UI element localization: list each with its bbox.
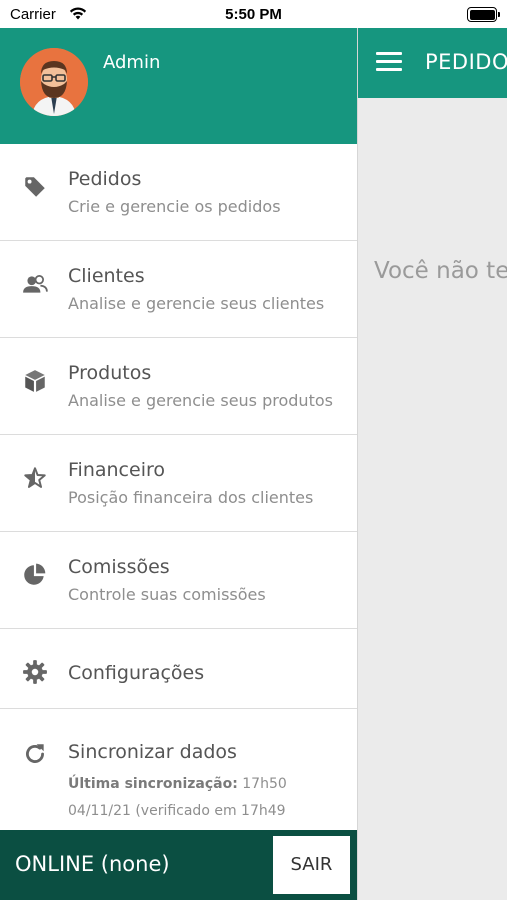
drawer-header: Admin	[0, 28, 357, 144]
logout-button[interactable]: SAIR	[273, 836, 350, 894]
user-name: Admin	[103, 52, 161, 73]
menu-item-title: Configurações	[68, 662, 205, 684]
main-screen: PEDIDO Você não te	[358, 28, 507, 900]
status-bar: Carrier 5:50 PM	[0, 0, 507, 28]
star-icon	[24, 467, 46, 488]
menu-item-pedidos[interactable]: Pedidos Crie e gerencie os pedidos	[0, 144, 357, 241]
menu-item-title: Produtos	[68, 362, 152, 384]
main-title: PEDIDO	[425, 50, 507, 74]
cube-icon	[25, 370, 45, 392]
gear-icon	[23, 660, 47, 684]
battery-icon	[467, 7, 500, 22]
empty-state-text: Você não te	[374, 258, 507, 284]
menu-item-subtitle: Posição financeira dos clientes	[68, 488, 314, 507]
menu-item-subtitle: Controle suas comissões	[68, 585, 266, 604]
main-app-bar: PEDIDO	[358, 28, 507, 98]
menu-item-title: Financeiro	[68, 459, 165, 481]
users-icon	[23, 275, 48, 293]
menu-item-title: Sincronizar dados	[68, 741, 237, 763]
refresh-icon	[26, 744, 44, 763]
menu-item-title: Clientes	[68, 265, 145, 287]
menu-item-produtos[interactable]: Produtos Analise e gerencie seus produto…	[0, 338, 357, 435]
status-time: 5:50 PM	[225, 6, 282, 23]
navigation-drawer: Admin Pedidos Crie e gerencie os pedidos…	[0, 28, 358, 900]
menu-item-clientes[interactable]: Clientes Analise e gerencie seus cliente…	[0, 241, 357, 338]
pie-chart-icon	[24, 563, 46, 585]
connection-status: ONLINE (none)	[15, 852, 170, 876]
menu-item-financeiro[interactable]: Financeiro Posição financeira dos client…	[0, 435, 357, 532]
avatar	[20, 48, 88, 116]
sync-label: Última sincronização:	[68, 776, 238, 792]
menu-item-comissoes[interactable]: Comissões Controle suas comissões	[0, 532, 357, 629]
tag-icon	[25, 177, 45, 197]
menu-item-configuracoes[interactable]: Configurações	[0, 629, 357, 709]
menu-item-subtitle: Crie e gerencie os pedidos	[68, 197, 281, 216]
menu-item-title: Comissões	[68, 556, 170, 578]
menu-item-title: Pedidos	[68, 168, 142, 190]
drawer-footer: ONLINE (none) SAIR	[0, 830, 357, 900]
menu-item-subtitle: Analise e gerencie seus clientes	[68, 294, 325, 313]
drawer-menu: Pedidos Crie e gerencie os pedidos Clien…	[0, 144, 357, 859]
menu-item-subtitle: Analise e gerencie seus produtos	[68, 391, 333, 410]
menu-icon[interactable]	[376, 52, 402, 72]
